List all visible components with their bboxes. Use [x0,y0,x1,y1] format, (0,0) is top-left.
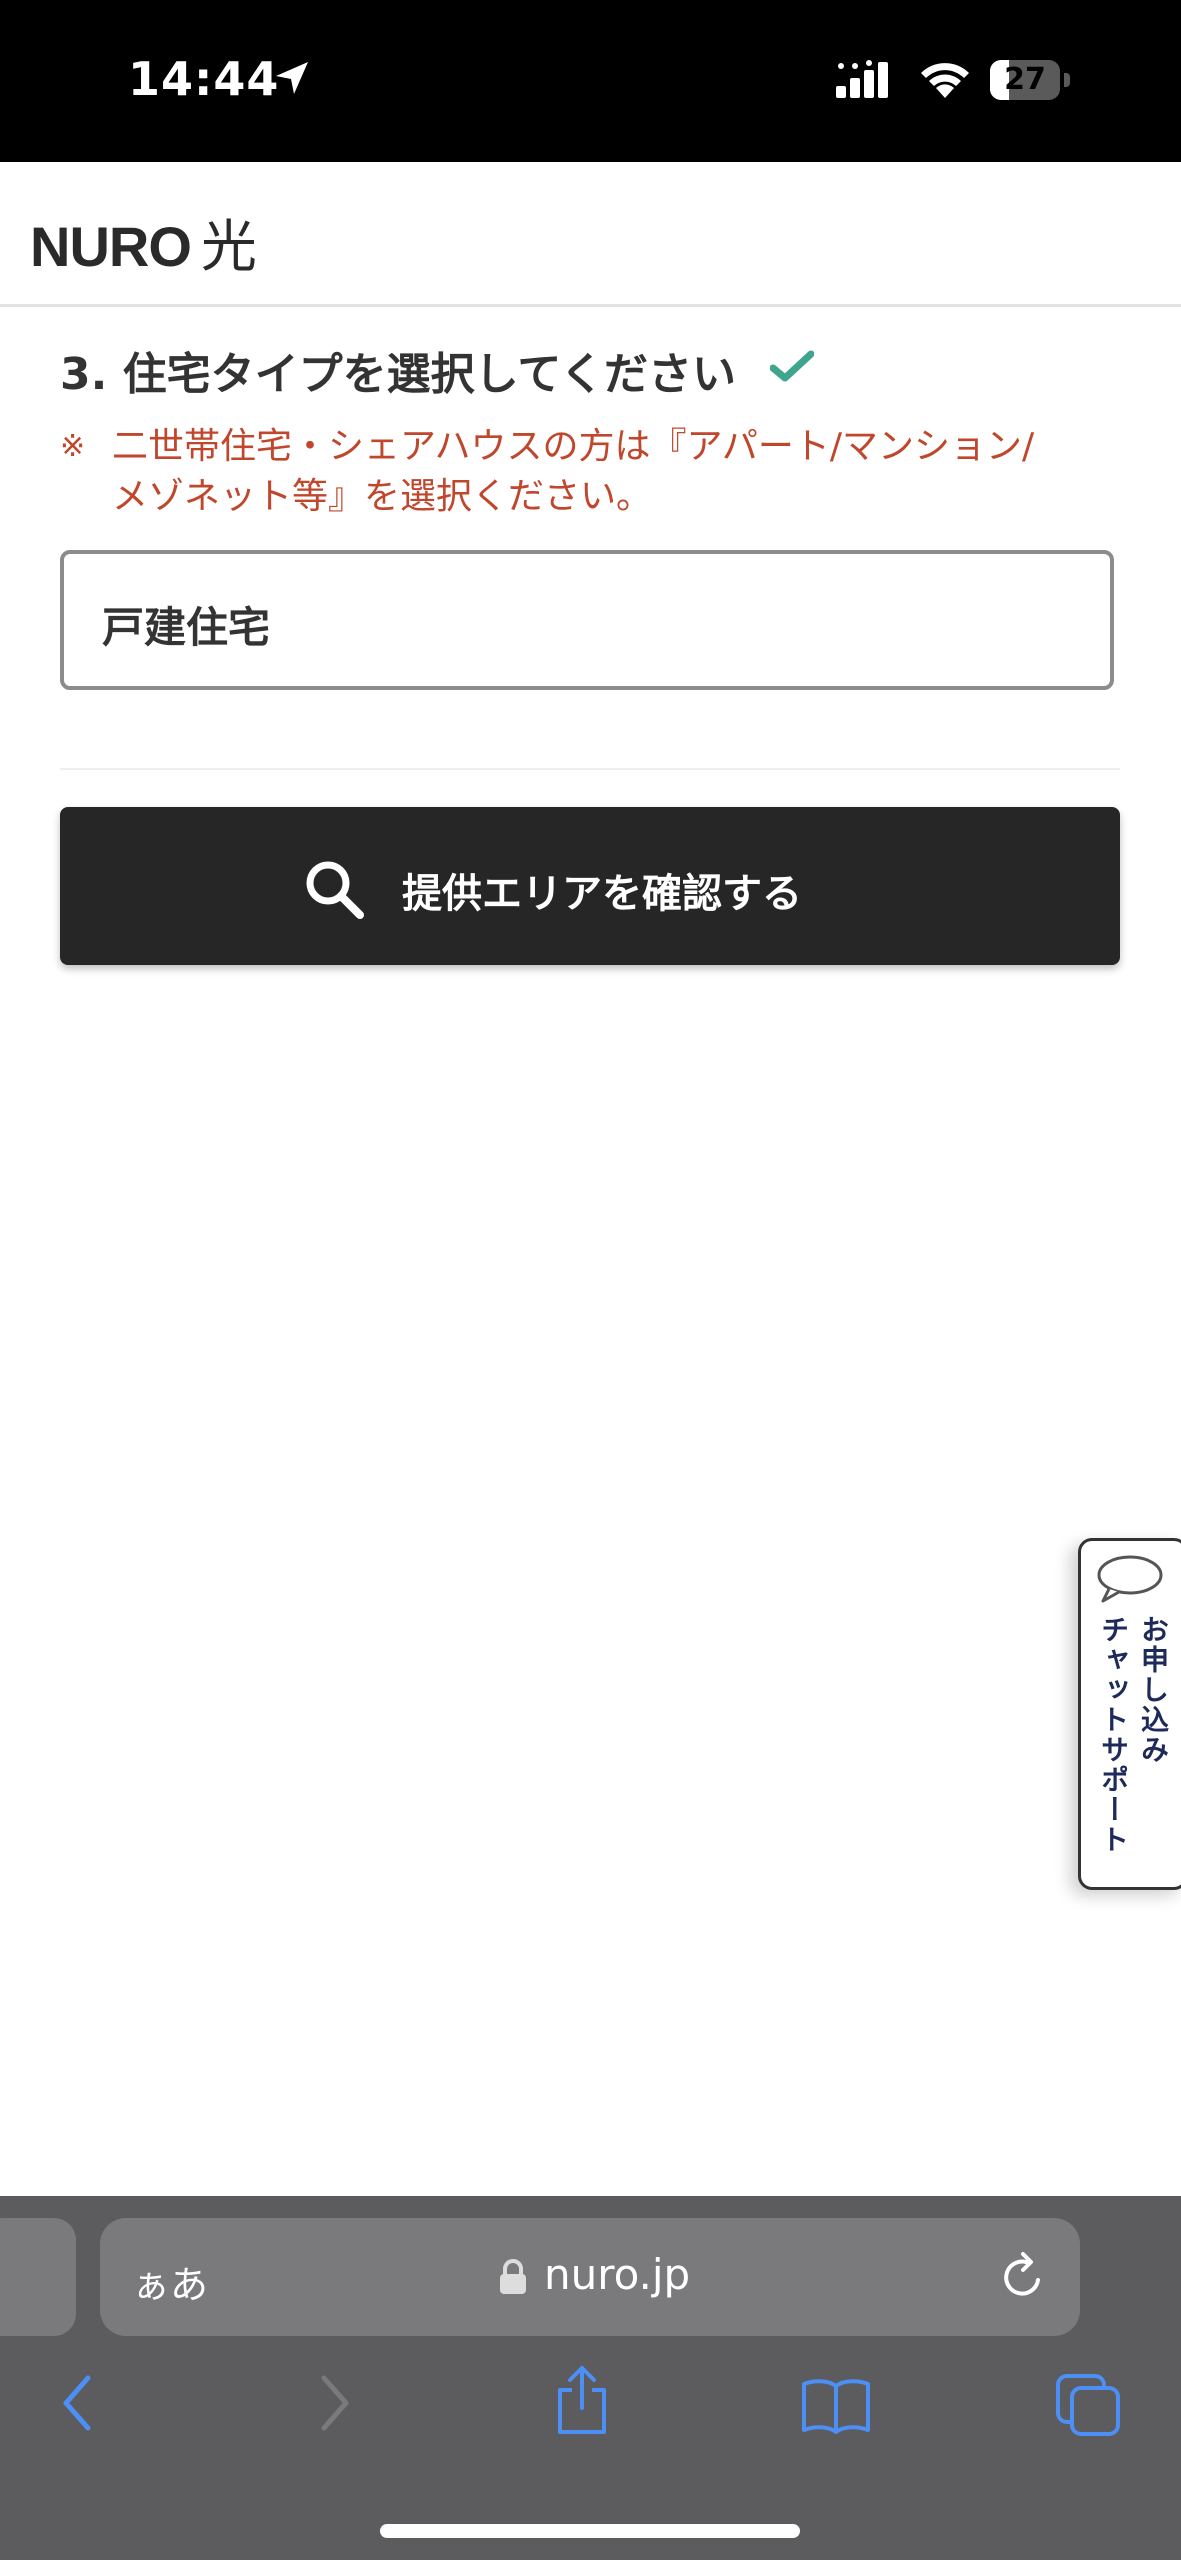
divider [60,768,1120,770]
note-mark: ※ [60,429,86,464]
chat-tab-line-2: チャットサポート [1097,1615,1130,1855]
chat-bubble-icon [1097,1555,1163,1603]
tabs-icon[interactable] [1054,2372,1122,2438]
housing-type-value: 戸建住宅 [102,603,271,652]
chat-support-tab[interactable]: お申し込み チャットサポート [1078,1538,1181,1890]
status-time: 14:44 [128,52,280,106]
check-area-label: 提供エリアを確認する [402,871,802,917]
nuro-logo[interactable]: NURO 光 [30,202,257,280]
note-line-2: メゾネット等』を選択ください。 [112,476,653,517]
share-icon[interactable] [552,2364,612,2436]
logo-text: NURO [30,215,192,278]
bookmarks-icon[interactable] [800,2376,872,2436]
lock-icon [500,2259,526,2294]
check-area-button[interactable]: 提供エリアを確認する [60,807,1120,965]
signal-icon [836,60,888,98]
location-arrow-icon [276,62,308,94]
chat-tab-line-1: お申し込み [1137,1615,1170,1765]
logo-suffix: 光 [200,215,257,280]
page-settings-button[interactable]: ぁあ [132,2254,208,2309]
housing-type-select[interactable]: 戸建住宅 [60,550,1114,690]
url-domain: nuro.jp [544,2250,691,2299]
step-title: 3. 住宅タイプを選択してください [60,349,737,400]
housing-note: ※ 二世帯住宅・シェアハウスの方は『アパート/マンション/ メゾネット等』を選択… [60,422,1120,522]
checkmark-icon [770,350,814,382]
back-icon[interactable] [56,2370,100,2436]
reload-icon[interactable] [996,2250,1050,2304]
wifi-icon [921,63,969,98]
note-line-1: 二世帯住宅・シェアハウスの方は『アパート/マンション/ [112,426,1035,467]
battery-indicator: 27 [990,60,1074,100]
previous-tab-preview[interactable] [0,2218,76,2336]
address-bar[interactable]: ぁあ nuro.jp [100,2218,1080,2336]
status-bar: 14:44 27 [0,0,1181,162]
site-header: NURO 光 [0,162,1181,307]
home-indicator [380,2524,800,2538]
search-icon [306,861,364,919]
battery-level: 27 [1004,62,1046,97]
forward-icon[interactable] [312,2370,356,2436]
